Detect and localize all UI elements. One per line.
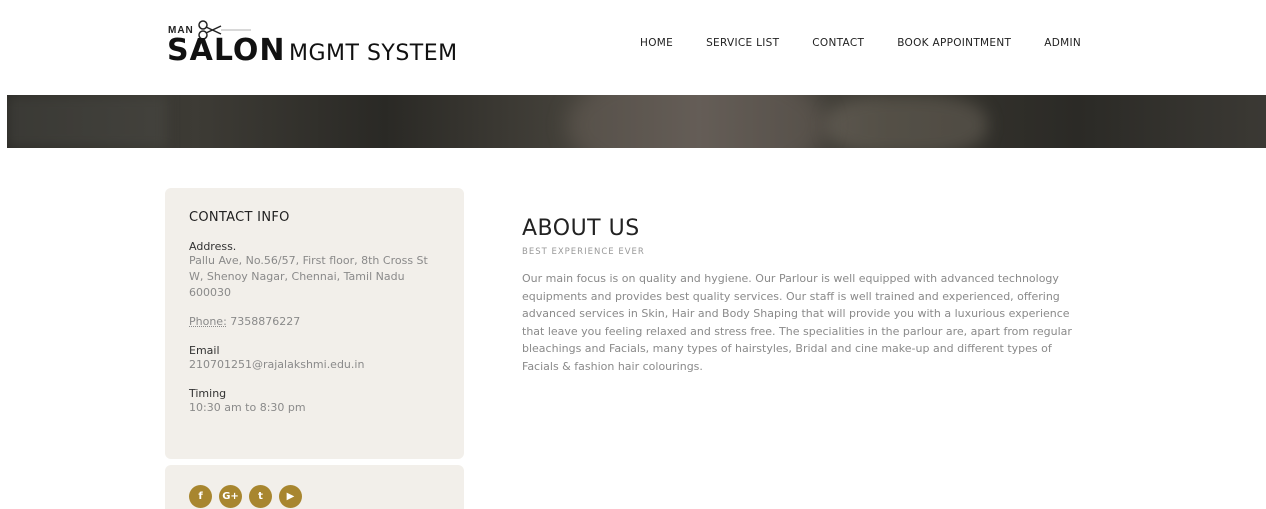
- banner-shade: [827, 95, 987, 148]
- nav-contact[interactable]: CONTACT: [812, 37, 864, 49]
- banner-shade: [7, 95, 167, 148]
- hero-banner: [7, 95, 1266, 148]
- phone-label: Phone:: [189, 315, 227, 328]
- about-subtitle: BEST EXPERIENCE EVER: [522, 247, 645, 257]
- nav-home[interactable]: HOME: [640, 37, 673, 49]
- email-block: Email 210701251@rajalakshmi.edu.in: [189, 344, 440, 373]
- timing-value: 10:30 am to 8:30 pm: [189, 401, 306, 414]
- social-links: f G+ t ▶: [189, 485, 302, 508]
- timing-block: Timing 10:30 am to 8:30 pm: [189, 387, 440, 416]
- twitter-icon[interactable]: t: [249, 485, 272, 508]
- address-block: Address. Pallu Ave, No.56/57, First floo…: [189, 240, 440, 301]
- nav-admin[interactable]: ADMIN: [1044, 37, 1081, 49]
- contact-info-title: CONTACT INFO: [189, 210, 290, 225]
- contact-info-card: CONTACT INFO Address. Pallu Ave, No.56/5…: [165, 188, 464, 459]
- nav-book-appointment[interactable]: BOOK APPOINTMENT: [897, 37, 1011, 49]
- main-nav: HOME SERVICE LIST CONTACT BOOK APPOINTME…: [640, 37, 1114, 49]
- site-logo[interactable]: MAN SALON MGMT SYSTEM: [167, 20, 487, 72]
- social-card: f G+ t ▶: [165, 465, 464, 509]
- phone-value: 7358876227: [226, 315, 301, 328]
- logo-secondary-text: MGMT SYSTEM: [289, 41, 458, 66]
- phone-block: Phone: 7358876227: [189, 315, 440, 328]
- nav-service-list[interactable]: SERVICE LIST: [706, 37, 779, 49]
- site-header: MAN SALON MGMT SYSTEM HOME SERVICE LIST …: [0, 0, 1266, 95]
- email-label: Email: [189, 344, 220, 357]
- logo-main-text: SALON: [167, 33, 286, 68]
- facebook-icon[interactable]: f: [189, 485, 212, 508]
- about-title: ABOUT US: [522, 216, 640, 241]
- google-plus-icon[interactable]: G+: [219, 485, 242, 508]
- address-label: Address.: [189, 240, 237, 253]
- about-body: Our main focus is on quality and hygiene…: [522, 272, 1072, 373]
- banner-shade: [567, 95, 827, 148]
- youtube-icon[interactable]: ▶: [279, 485, 302, 508]
- about-section: ABOUT US BEST EXPERIENCE EVER Our main f…: [522, 215, 1082, 375]
- timing-label: Timing: [189, 387, 227, 400]
- address-value: Pallu Ave, No.56/57, First floor, 8th Cr…: [189, 254, 428, 299]
- email-value: 210701251@rajalakshmi.edu.in: [189, 358, 365, 371]
